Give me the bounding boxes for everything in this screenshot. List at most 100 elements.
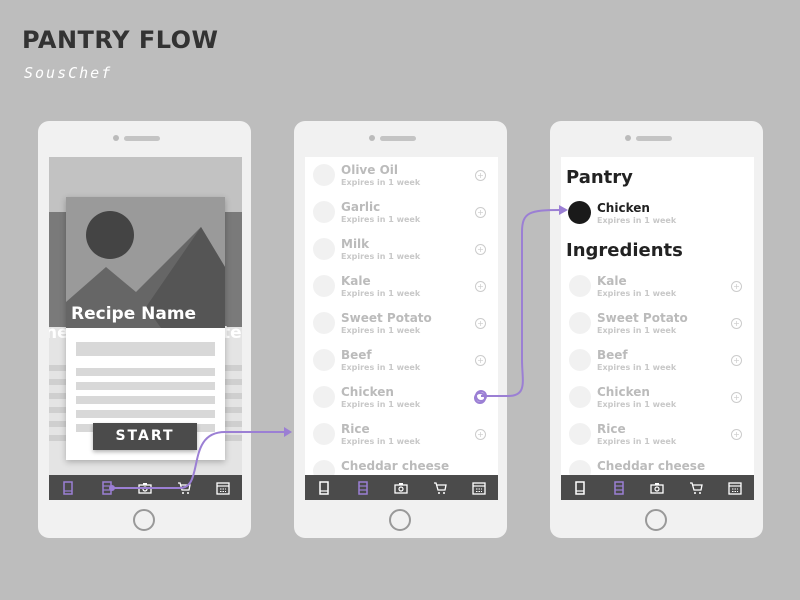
item-expiry: Expires in 1 week [341,178,421,187]
tab-calendar[interactable] [727,480,743,496]
item-name: Cheddar cheese [597,459,706,473]
add-icon[interactable]: + [731,281,742,292]
recipe-text-line [76,382,215,390]
add-icon[interactable]: + [475,429,486,440]
list-item[interactable]: Milk Expires in 1 week + [305,231,498,268]
home-button[interactable] [133,509,155,531]
item-avatar [313,349,335,371]
page-subtitle: SousChef [24,64,113,82]
tab-cart[interactable] [432,480,448,496]
cart-icon [690,481,703,494]
tab-calendar[interactable] [215,480,231,496]
add-icon[interactable]: + [474,392,486,404]
phone-earpiece [124,136,160,141]
tab-pantry[interactable] [611,480,627,496]
add-icon[interactable]: + [731,392,742,403]
book-icon [575,480,586,495]
add-icon[interactable]: + [731,429,742,440]
add-icon[interactable]: + [475,207,486,218]
item-avatar [569,386,591,408]
item-name: Beef [341,348,372,362]
tab-calendar[interactable] [471,480,487,496]
add-icon[interactable]: + [475,355,486,366]
item-avatar [568,201,591,224]
recipe-text-line [76,396,215,404]
list-item[interactable]: Kale Expires in 1 week + [305,268,498,305]
tab-cart[interactable] [176,480,192,496]
list-item[interactable]: ChickenExpires in 1 week + [561,379,754,416]
list-item[interactable]: Olive Oil Expires in 1 week + [305,157,498,194]
book-icon [63,480,74,495]
tab-bar [49,475,242,500]
item-avatar [569,423,591,445]
item-name: Cheddar cheese [341,459,450,473]
phone-camera [113,135,119,141]
calendar-icon [216,481,230,495]
tab-scan[interactable] [393,480,409,496]
item-expiry: Expires in 1 week [341,363,421,372]
tab-pantry[interactable] [355,480,371,496]
tab-recipes[interactable] [60,480,76,496]
list-item[interactable]: ChickenExpires in 1 week + [305,379,498,416]
add-icon[interactable]: + [475,318,486,329]
start-button[interactable]: START [93,423,197,450]
list-item[interactable]: Kale Expires in 1 week + [561,268,754,305]
item-name: Kale [597,274,627,288]
recipe-screen: ne te Recipe Name START [49,157,242,500]
tab-pantry[interactable] [99,480,115,496]
page-title: PANTRY FLOW [22,26,219,54]
item-name: Milk [341,237,370,251]
next-card-image [225,212,242,327]
recipe-text-line [76,342,215,356]
list-item[interactable]: Sweet Potato Expires in 1 week + [305,305,498,342]
arrowhead-icon [284,427,292,437]
pantry-item[interactable]: Chicken Expires in 1 week [561,195,754,232]
add-icon[interactable]: + [731,318,742,329]
prev-card-image [49,212,66,327]
item-name: Rice [341,422,370,436]
tab-scan[interactable] [137,480,153,496]
item-avatar [313,386,335,408]
item-avatar [569,312,591,334]
phone-camera [369,135,375,141]
tab-recipes[interactable] [316,480,332,496]
pantry-list-screen: Olive Oil Expires in 1 week + Garlic Expire… [305,157,498,500]
item-expiry: Expires in 1 week [341,289,421,298]
recipe-text-line [76,410,215,418]
list-item[interactable]: Rice Expires in 1 week + [561,416,754,453]
add-icon[interactable]: + [475,281,486,292]
tab-recipes[interactable] [572,480,588,496]
item-name: Beef [597,348,628,362]
add-icon[interactable]: + [475,170,486,181]
item-name: Garlic [341,200,381,214]
list-item[interactable]: Garlic Expires in 1 week + [305,194,498,231]
item-expiry: Expires in 1 week [341,437,421,446]
prev-card-lines [49,357,66,447]
item-avatar [569,275,591,297]
phone-earpiece [380,136,416,141]
tab-scan[interactable] [649,480,665,496]
item-name: Kale [341,274,371,288]
item-expiry: Expires in 1 week [597,326,677,335]
home-button[interactable] [645,509,667,531]
item-avatar [313,238,335,260]
tab-cart[interactable] [688,480,704,496]
home-button[interactable] [389,509,411,531]
item-name: Sweet Potato [597,311,688,325]
camera-icon [650,482,665,494]
recipe-text-line [76,368,215,376]
item-avatar [313,423,335,445]
item-avatar [313,201,335,223]
list-item[interactable]: Sweet Potato Expires in 1 week + [561,305,754,342]
list-item[interactable]: Beef Expires in 1 week + [561,342,754,379]
calendar-icon [728,481,742,495]
list-item[interactable]: Rice Expires in 1 week + [305,416,498,453]
recipe-name: Recipe Name [71,304,197,324]
list-item[interactable]: Beef Expires in 1 week + [305,342,498,379]
item-avatar [313,312,335,334]
fridge-icon [102,480,112,495]
recipe-card[interactable]: Recipe Name START [66,197,225,460]
add-icon[interactable]: + [475,244,486,255]
add-icon[interactable]: + [731,355,742,366]
tab-bar [305,475,498,500]
